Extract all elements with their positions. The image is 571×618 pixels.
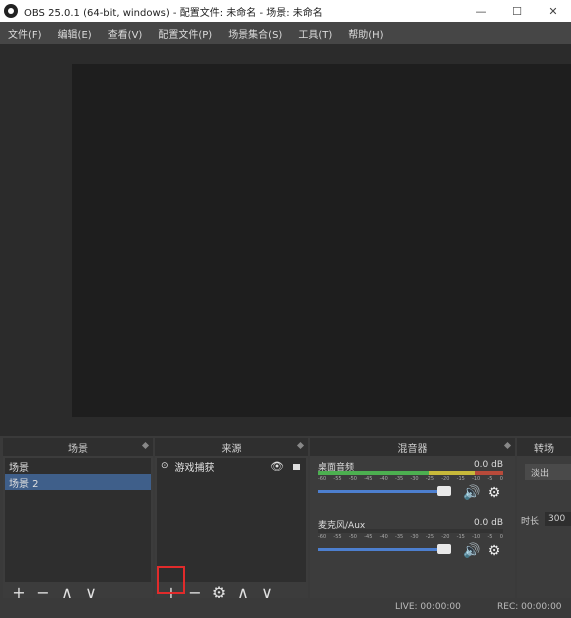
meter-tick: -15 [456,476,465,482]
sources-dock-header: 来源 [155,438,308,456]
meter-tick: -50 [348,476,357,482]
duration-label: 时长 [521,517,540,527]
menu-tools[interactable]: 工具(T) [290,26,340,41]
transitions-dock-title: 转场 [534,443,554,455]
meter-tick: -50 [348,534,357,540]
channel-db: 0.0 dB [473,518,503,528]
speaker-icon[interactable]: 🔊 [463,542,481,560]
transitions-dock-header: 转场 [517,438,571,456]
meter-tick: -40 [379,534,388,540]
close-icon[interactable]: ✕ [535,0,571,22]
mixer-channel-mic: 麦克风/Aux 0.0 dB -60 -55 -50 -45 -40 -35 -… [314,518,511,574]
obs-logo-icon [4,4,18,18]
mixer-channel-desktop: 桌面音频 0.0 dB -60 -55 -50 -45 -40 -35 -30 … [314,460,511,516]
meter-tick: -10 [472,534,481,540]
volume-meter [318,529,503,533]
meter-tick: -15 [456,534,465,540]
volume-meter [318,471,503,475]
menu-scene-collection[interactable]: 场景集合(S) [220,26,290,41]
meter-red [475,471,503,475]
channel-gear-icon[interactable]: ⚙ [485,542,503,560]
source-label: 游戏捕获 [174,462,215,474]
dock-float-icon[interactable] [141,441,150,450]
meter-tick: -55 [333,534,342,540]
live-time: LIVE: 00:00:00 [395,602,461,612]
channel-gear-icon[interactable]: ⚙ [485,484,503,502]
meter-yellow [429,471,476,475]
source-type-icon: ⊙ [161,461,169,471]
meter-tick: -60 [318,476,327,482]
window-controls: — ☐ ✕ [463,0,571,22]
mixer-dock-header: 混音器 [310,438,515,456]
mixer-dock: 混音器 桌面音频 0.0 dB -60 -55 -50 -45 -40 -35 … [310,438,515,618]
meter-tick: -30 [410,534,419,540]
menu-view[interactable]: 查看(V) [100,26,151,41]
scenes-dock-header: 场景 [3,438,153,456]
scenes-dock-title: 场景 [68,443,88,455]
meter-tick: -25 [425,476,435,482]
scenes-list: 场景 场景 2 [5,458,151,582]
sources-dock-title: 来源 [221,443,242,455]
lock-icon[interactable] [293,464,300,470]
preview-canvas[interactable] [72,64,571,417]
transitions-dock: 转场 淡出 时长 300 [517,438,571,618]
meter-tick: -35 [395,476,404,482]
window-title: OBS 25.0.1 (64-bit, windows) - 配置文件: 未命名… [24,7,323,19]
duration-input[interactable]: 300 [545,512,571,526]
volume-slider-handle[interactable] [437,544,451,554]
meter-tick: 0 [499,534,503,540]
speaker-icon[interactable]: 🔊 [463,484,481,502]
volume-slider-handle[interactable] [437,486,451,496]
mixer-channels: 桌面音频 0.0 dB -60 -55 -50 -45 -40 -35 -30 … [312,458,513,582]
meter-tick: -40 [379,476,388,482]
meter-tick: -20 [441,476,450,482]
scene-item-selected[interactable]: 场景 2 [5,474,151,490]
status-bar: LIVE: 00:00:00 REC: 00:00:00 [0,598,571,618]
dock-float-icon[interactable] [296,441,305,450]
scenes-dock: 场景 场景 场景 2 + − ∧ ∨ [3,438,153,618]
transition-select[interactable]: 淡出 [525,464,571,480]
highlight-box [157,566,185,594]
meter-tick: -60 [318,534,327,540]
visibility-eye-icon[interactable]: 👁 [270,460,284,473]
meter-tick: -10 [472,476,481,482]
volume-slider[interactable] [318,544,451,554]
meter-tick: -20 [441,534,450,540]
meter-tick: 0 [499,476,503,482]
menu-bar: 文件(F) 编辑(E) 查看(V) 配置文件(P) 场景集合(S) 工具(T) … [0,22,571,44]
meter-ticks: -60 -55 -50 -45 -40 -35 -30 -25 -20 -15 … [318,534,503,540]
meter-tick: -5 [487,534,493,540]
volume-slider[interactable] [318,486,451,496]
sources-list: ⊙ 游戏捕获 👁 [157,458,306,582]
scene-item[interactable]: 场景 [5,458,151,474]
meter-tick: -35 [395,534,404,540]
maximize-icon[interactable]: ☐ [499,0,535,22]
meter-tick: -45 [364,476,373,482]
title-bar: OBS 25.0.1 (64-bit, windows) - 配置文件: 未命名… [0,0,571,22]
menu-edit[interactable]: 编辑(E) [50,26,100,41]
menu-file[interactable]: 文件(F) [0,26,50,41]
dock-float-icon[interactable] [503,441,512,450]
meter-tick: -45 [364,534,373,540]
menu-profile[interactable]: 配置文件(P) [150,26,220,41]
meter-tick: -5 [487,476,493,482]
menu-help[interactable]: 帮助(H) [340,26,391,41]
mixer-dock-title: 混音器 [397,443,428,455]
meter-tick: -25 [425,534,435,540]
meter-tick: -55 [333,476,342,482]
source-item[interactable]: ⊙ 游戏捕获 👁 [157,458,306,474]
minimize-icon[interactable]: — [463,0,499,22]
meter-ticks: -60 -55 -50 -45 -40 -35 -30 -25 -20 -15 … [318,476,503,482]
meter-tick: -30 [410,476,419,482]
channel-db: 0.0 dB [473,460,503,470]
meter-green [318,471,429,475]
rec-time: REC: 00:00:00 [497,602,562,612]
